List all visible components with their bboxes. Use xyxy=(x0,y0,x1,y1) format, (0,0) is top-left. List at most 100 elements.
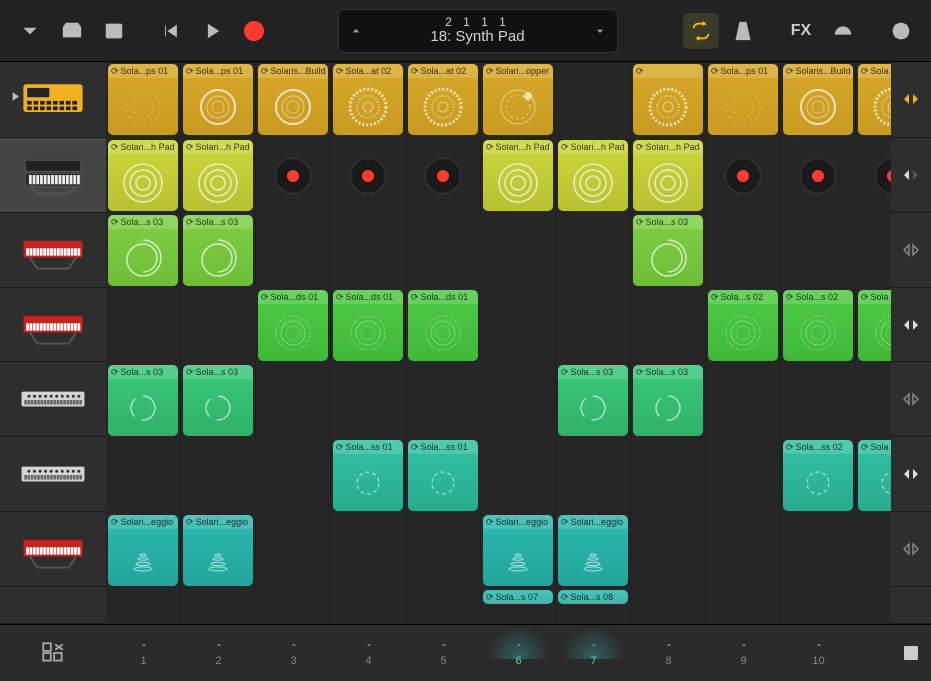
row-trigger[interactable] xyxy=(891,437,931,512)
clip-label: ⟳Sola...ps 01 xyxy=(708,64,778,78)
loop-button[interactable] xyxy=(683,13,719,49)
column-number: 6 xyxy=(515,655,521,667)
empty-record-cell[interactable] xyxy=(258,140,328,211)
inbox-icon[interactable] xyxy=(54,13,90,49)
column-trigger[interactable]: 1 xyxy=(106,625,181,681)
loop-icon: ⟳ xyxy=(636,217,644,228)
play-button[interactable] xyxy=(194,13,230,49)
loop-cell[interactable]: ⟳Solari...h Pad xyxy=(183,140,253,211)
loop-icon: ⟳ xyxy=(336,66,344,77)
loop-cell[interactable]: ⟳Sola...s 03 xyxy=(108,365,178,436)
loop-cell[interactable]: ⟳Sola...ds 01 xyxy=(333,290,403,361)
column-trigger[interactable]: 5 xyxy=(406,625,481,681)
loop-cell[interactable]: ⟳Solari...opper xyxy=(483,64,553,135)
row-trigger[interactable] xyxy=(891,512,931,587)
record-button[interactable] xyxy=(236,13,272,49)
loop-cell[interactable]: ⟳Sola...s 07 xyxy=(483,590,553,604)
column-trigger[interactable]: 7 xyxy=(556,625,631,681)
loop-cell[interactable]: ⟳Sola...s 03 xyxy=(183,365,253,436)
loop-cell[interactable]: ⟳Sola...at 02 xyxy=(858,64,891,135)
loop-cell[interactable]: ⟳Solari...eggio xyxy=(558,515,628,586)
track-header[interactable] xyxy=(0,512,106,587)
column-trigger[interactable]: 8 xyxy=(631,625,706,681)
loop-cell[interactable]: ⟳Sola...s 03 xyxy=(108,215,178,286)
prev-patch-button[interactable] xyxy=(339,23,373,39)
next-patch-button[interactable] xyxy=(583,23,617,39)
grid-settings-button[interactable] xyxy=(0,625,106,681)
track-header[interactable] xyxy=(0,62,106,138)
clip-waveform-icon xyxy=(333,454,403,511)
empty-record-cell[interactable] xyxy=(783,140,853,211)
column-trigger[interactable]: 2 xyxy=(181,625,256,681)
loop-cell[interactable]: ⟳Sola...at 02 xyxy=(408,64,478,135)
column-trigger[interactable]: 6 xyxy=(481,625,556,681)
loop-cell[interactable]: ⟳Sola...ds 01 xyxy=(258,290,328,361)
loop-cell[interactable]: ⟳Sola...s 03 xyxy=(633,365,703,436)
column-trigger[interactable]: 9 xyxy=(706,625,781,681)
clip-waveform-icon xyxy=(183,154,253,211)
loop-cell[interactable]: ⟳Sola...s 02 xyxy=(708,290,778,361)
row-trigger[interactable] xyxy=(891,288,931,363)
clip-waveform-icon xyxy=(858,454,891,511)
empty-record-cell[interactable] xyxy=(333,140,403,211)
loop-cell[interactable]: ⟳Solari...h Pad xyxy=(483,140,553,211)
loop-cell[interactable]: ⟳Sola...ss 01 xyxy=(408,440,478,511)
loop-icon: ⟳ xyxy=(636,142,644,153)
metronome-button[interactable] xyxy=(725,13,761,49)
row-trigger[interactable] xyxy=(891,362,931,437)
track-header[interactable] xyxy=(0,213,106,288)
clip-waveform-icon xyxy=(183,78,253,135)
loop-cell[interactable]: ⟳Sola...ps 01 xyxy=(108,64,178,135)
row-trigger[interactable] xyxy=(891,138,931,213)
loop-cell[interactable]: ⟳Solari...h Pad xyxy=(633,140,703,211)
track-header[interactable] xyxy=(0,288,106,363)
track-header[interactable] xyxy=(0,362,106,437)
loop-cell[interactable]: ⟳Solari...eggio xyxy=(483,515,553,586)
clip-label: ⟳Solari...h Pad xyxy=(558,140,628,154)
settings-button[interactable] xyxy=(883,13,919,49)
stop-all-button[interactable] xyxy=(891,625,931,681)
empty-record-cell[interactable] xyxy=(858,140,891,211)
loop-cell[interactable]: ⟳Sola...s 08 xyxy=(558,590,628,604)
loop-cell[interactable]: ⟳Solari...h Pad xyxy=(558,140,628,211)
loop-cell[interactable]: ⟳Sola...ss 02 xyxy=(783,440,853,511)
go-to-start-button[interactable] xyxy=(152,13,188,49)
loop-cell[interactable]: ⟳Sola xyxy=(858,440,891,511)
fx-button[interactable]: FX xyxy=(783,13,819,49)
clip-label: ⟳Sola...at 02 xyxy=(408,64,478,78)
row-trigger[interactable] xyxy=(891,213,931,288)
loop-cell[interactable]: ⟳Sola...s 03 xyxy=(633,215,703,286)
column-trigger[interactable]: 4 xyxy=(331,625,406,681)
loop-cell[interactable]: ⟳Sola...s 03 xyxy=(558,365,628,436)
loop-cell[interactable]: ⟳Sola...at 02 xyxy=(333,64,403,135)
empty-record-cell[interactable] xyxy=(708,140,778,211)
track-header[interactable] xyxy=(0,138,106,213)
clip-waveform-icon xyxy=(483,154,553,211)
loop-cell[interactable]: ⟳Solaris...Build xyxy=(783,64,853,135)
menu-dropdown-icon[interactable] xyxy=(12,13,48,49)
loop-cell[interactable]: ⟳Sola...ps 01 xyxy=(183,64,253,135)
clip-waveform-icon xyxy=(783,78,853,135)
loop-cell[interactable]: ⟳Solari...eggio xyxy=(108,515,178,586)
clip-label: ⟳Solari...opper xyxy=(483,64,553,78)
row-play-button[interactable] xyxy=(8,90,22,109)
loop-cell[interactable]: ⟳ xyxy=(633,64,703,135)
patch-name[interactable]: 18: Synth Pad xyxy=(373,29,583,46)
tuner-button[interactable] xyxy=(825,13,861,49)
clip-grid: ⟳Sola...ps 01⟳Sola...ps 01⟳Solaris...Bui… xyxy=(106,62,891,624)
loop-cell[interactable]: ⟳Sola...s 02 xyxy=(783,290,853,361)
track-header[interactable] xyxy=(0,437,106,512)
loop-cell[interactable]: ⟳Sola...ds 01 xyxy=(408,290,478,361)
loop-cell[interactable]: ⟳Solari...h Pad xyxy=(108,140,178,211)
row-trigger[interactable] xyxy=(891,62,931,138)
loop-cell[interactable]: ⟳Sola...ps 01 xyxy=(708,64,778,135)
loop-cell[interactable]: ⟳Sola...s 03 xyxy=(183,215,253,286)
loop-cell[interactable]: ⟳Sola xyxy=(858,290,891,361)
loop-cell[interactable]: ⟳Sola...ss 01 xyxy=(333,440,403,511)
column-trigger[interactable]: 10 xyxy=(781,625,856,681)
column-trigger[interactable]: 3 xyxy=(256,625,331,681)
view-icon[interactable] xyxy=(96,13,132,49)
loop-cell[interactable]: ⟳Solari...eggio xyxy=(183,515,253,586)
loop-cell[interactable]: ⟳Solaris...Build xyxy=(258,64,328,135)
empty-record-cell[interactable] xyxy=(408,140,478,211)
